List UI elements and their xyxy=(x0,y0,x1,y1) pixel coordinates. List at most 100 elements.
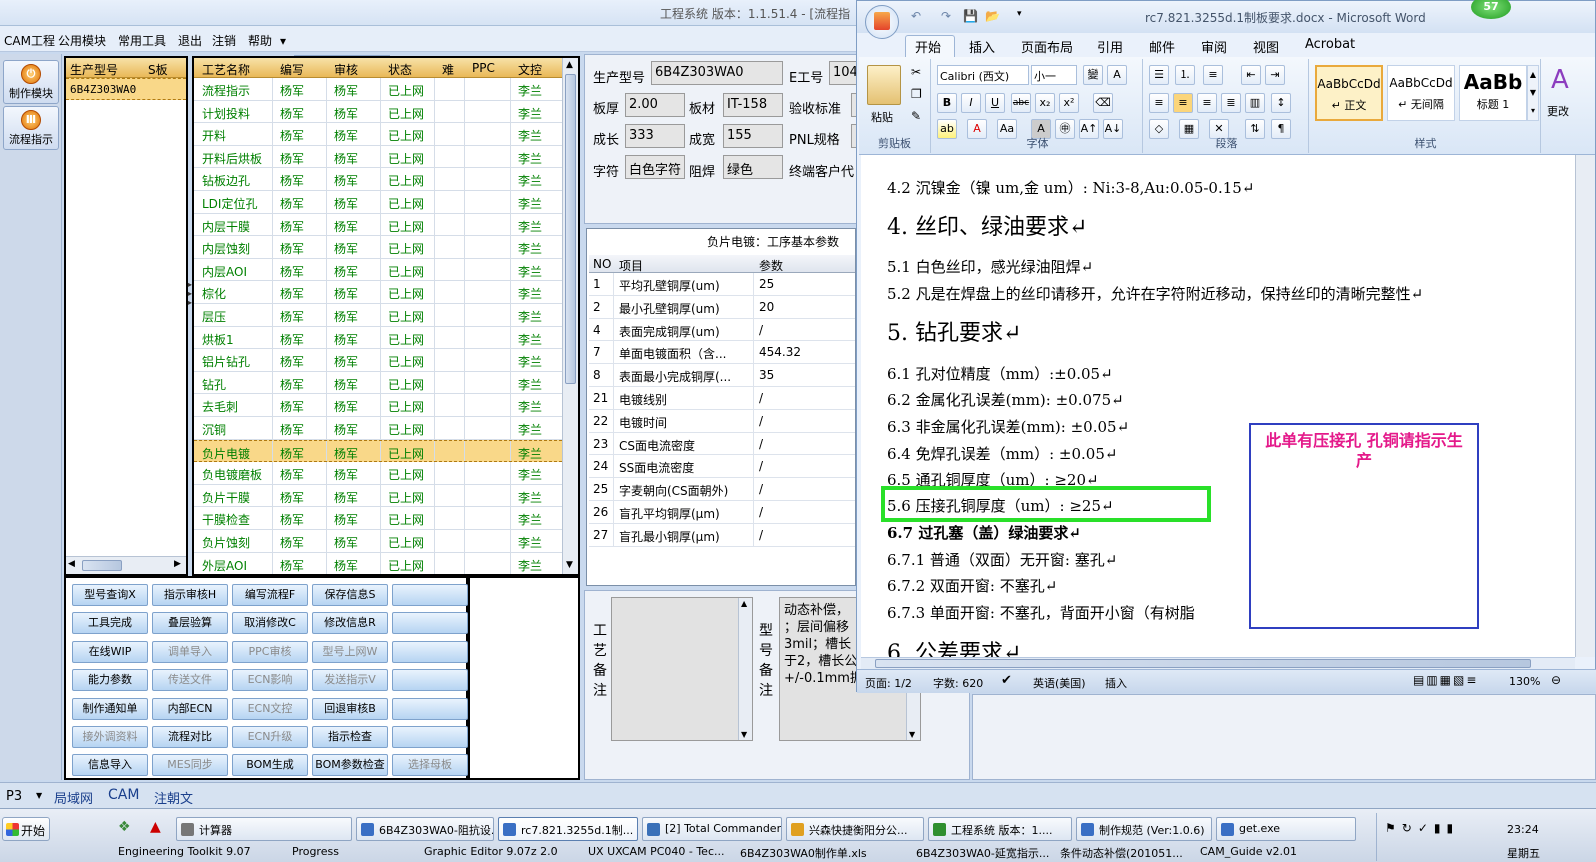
table-row[interactable]: 沉铜 杨军 杨军 已上网 李兰 xyxy=(194,417,562,440)
table-row[interactable]: 钻板边孔 杨军 杨军 已上网 李兰 xyxy=(194,168,562,191)
action-button[interactable]: ECN文控 xyxy=(232,697,308,720)
taskbar-item[interactable]: 条件动态补偿(201051... xyxy=(1060,845,1210,861)
table-row[interactable]: 干膜检查 杨军 杨军 已上网 李兰 xyxy=(194,507,562,530)
action-button[interactable]: ECN影响 xyxy=(232,669,308,692)
table-row[interactable]: 25 字麦朝向(CS面朝外) / xyxy=(589,478,855,501)
table-row[interactable]: 外层AOI 杨军 杨军 已上网 李兰 xyxy=(194,552,562,574)
table-row[interactable]: 负片蚀刻 杨军 杨军 已上网 李兰 xyxy=(194,530,562,553)
zoom-out-icon[interactable]: ⊖ xyxy=(1551,673,1561,687)
table-row[interactable]: 负片电镀 杨军 杨军 已上网 李兰 xyxy=(194,439,562,463)
tab-page-layout[interactable]: 页面布局 xyxy=(1021,37,1073,56)
taskbar-item[interactable]: Graphic Editor 9.07z 2.0 xyxy=(424,845,574,861)
tab-p3[interactable]: P3 xyxy=(6,789,22,804)
scroll-down-icon[interactable]: ▼ xyxy=(909,730,915,739)
action-button[interactable]: 指示审核H xyxy=(152,584,228,606)
table-row[interactable]: 1 平均孔壁铜厚(um) 25 xyxy=(589,273,855,296)
blank-button[interactable] xyxy=(392,697,468,720)
action-button[interactable]: 型号上网W xyxy=(312,640,388,663)
table-row[interactable]: 27 盲孔最小铜厚(μm) / xyxy=(589,523,855,547)
style-no-spacing[interactable]: AaBbCcDd ↵ 无间隔 xyxy=(1387,65,1455,121)
action-button[interactable]: 传送文件 xyxy=(152,669,228,692)
distribute-icon[interactable]: ▥ xyxy=(1245,93,1265,113)
tab-acrobat[interactable]: Acrobat xyxy=(1305,37,1355,52)
change-style-button[interactable]: A 更改 xyxy=(1543,63,1593,143)
table-row[interactable]: 层压 杨军 杨军 已上网 李兰 xyxy=(194,304,562,327)
menu-exit[interactable]: 退出 xyxy=(178,32,202,49)
line-spacing-icon[interactable]: ↕ xyxy=(1271,93,1291,113)
save-icon[interactable]: 💾 xyxy=(963,9,978,23)
craft-remark-textarea[interactable]: ▲ ▼ xyxy=(611,597,753,741)
notification-badge[interactable]: 57 xyxy=(1471,0,1511,19)
tab-review[interactable]: 审阅 xyxy=(1201,37,1227,56)
table-row[interactable]: 8 表面最小完成铜厚(... 35 xyxy=(589,364,855,387)
col-header-process[interactable]: 工艺名称 xyxy=(202,61,250,78)
table-row[interactable]: 内层AOI 杨军 杨军 已上网 李兰 xyxy=(194,258,562,282)
font-name-select[interactable]: Calibri (西文) xyxy=(937,65,1029,85)
char-field[interactable]: 白色字符 xyxy=(625,155,685,179)
scroll-right-icon[interactable]: ▶ xyxy=(174,559,181,569)
table-row[interactable]: 铝片钻孔 杨军 杨军 已上网 李兰 xyxy=(194,349,562,372)
scroll-thumb[interactable] xyxy=(875,659,1531,668)
blank-button[interactable] xyxy=(392,584,468,606)
table-row[interactable]: 钻孔 杨军 杨军 已上网 李兰 xyxy=(194,371,562,395)
col-header-item[interactable]: 项目 xyxy=(619,257,643,274)
undo-icon[interactable]: ↶ xyxy=(911,9,921,23)
bullets-icon[interactable]: ☰ xyxy=(1149,65,1169,85)
tab-insert[interactable]: 插入 xyxy=(969,37,995,56)
model-grid-hscroll[interactable]: ◀ ▶ xyxy=(66,556,186,574)
col-header-s-board[interactable]: S板 xyxy=(148,61,168,78)
action-button[interactable]: 指示检查 xyxy=(312,726,388,748)
tab-references[interactable]: 引用 xyxy=(1097,37,1123,56)
action-button[interactable]: BOM参数检查 xyxy=(312,754,388,777)
table-row[interactable]: 7 单面电镀面积（含... 454.32 xyxy=(589,341,855,365)
align-right-icon[interactable]: ≡ xyxy=(1197,93,1217,113)
paste-icon[interactable] xyxy=(867,65,901,105)
table-row[interactable]: 24 SS面电流密度 / xyxy=(589,455,855,479)
table-row[interactable]: 开料后烘板 杨军 杨军 已上网 李兰 xyxy=(194,145,562,169)
action-button[interactable]: 修改信息R xyxy=(312,612,388,635)
scroll-up-icon[interactable]: ▲ xyxy=(566,60,573,70)
sidebar-item-flow-instruction[interactable]: Ⅲ 流程指示 xyxy=(3,106,59,150)
table-row[interactable]: 23 CS面电流密度 / xyxy=(589,432,855,456)
table-row[interactable]: 2 最小孔壁铜厚(um) 20 xyxy=(589,295,855,319)
col-header-reviewer[interactable]: 审核 xyxy=(334,61,358,78)
blank-button[interactable] xyxy=(392,669,468,692)
align-center-icon[interactable]: ≡ xyxy=(1173,93,1193,113)
table-row[interactable]: 计划投料 杨军 杨军 已上网 李兰 xyxy=(194,100,562,124)
tab-home[interactable]: 开始 xyxy=(915,37,941,56)
blank-button[interactable] xyxy=(392,640,468,663)
paste-label[interactable]: 粘贴 xyxy=(871,109,893,125)
styles-scroll[interactable]: ▲ ▼ ▾ xyxy=(1527,65,1539,121)
font-size-select[interactable]: 小一 xyxy=(1031,65,1077,85)
document-vscroll[interactable] xyxy=(1575,155,1595,657)
blank-button[interactable] xyxy=(392,612,468,635)
zoom-level[interactable]: 130% xyxy=(1509,675,1540,688)
remark-vscroll[interactable]: ▲ ▼ xyxy=(738,598,752,740)
taskbar-item[interactable]: Progress xyxy=(292,845,442,861)
flow-grid-vscroll[interactable]: ▲ ▼ xyxy=(562,58,578,574)
action-button[interactable]: 发送指示V xyxy=(312,669,388,692)
e-number-field[interactable]: 104 xyxy=(829,61,859,85)
underline-icon[interactable]: U xyxy=(985,93,1005,113)
action-button[interactable]: 流程对比 xyxy=(152,726,228,748)
col-header-no[interactable]: NO xyxy=(593,257,611,271)
tab-cam[interactable]: CAM xyxy=(108,787,139,803)
justify-icon[interactable]: ≣ xyxy=(1221,93,1241,113)
qat-dropdown-icon[interactable]: ▾ xyxy=(1017,9,1022,19)
subscript-icon[interactable]: x₂ xyxy=(1035,93,1055,113)
action-button[interactable]: 能力参数 xyxy=(72,669,148,692)
table-row[interactable]: 流程指示 杨军 杨军 已上网 李兰 xyxy=(194,78,562,101)
table-row[interactable]: 烘板1 杨军 杨军 已上网 李兰 xyxy=(194,326,562,350)
action-button[interactable]: ECN升级 xyxy=(232,726,308,748)
action-button[interactable]: MES同步 xyxy=(152,754,228,777)
menu-help[interactable]: 帮助 xyxy=(248,32,272,49)
table-row[interactable]: 内层蚀刻 杨军 杨军 已上网 李兰 xyxy=(194,236,562,259)
grow-font-icon[interactable]: 變 xyxy=(1083,65,1103,85)
menu-cam[interactable]: CAM工程 xyxy=(4,32,55,49)
scroll-down-icon[interactable]: ▼ xyxy=(741,730,747,739)
solder-mask-field[interactable]: 绿色 xyxy=(723,155,783,179)
model-field[interactable]: 6B4Z303WA0 xyxy=(651,61,783,85)
table-row[interactable]: 内层干膜 杨军 杨军 已上网 李兰 xyxy=(194,213,562,237)
table-row[interactable]: 6B4Z303WA0 xyxy=(66,78,186,100)
scroll-down-icon[interactable]: ▼ xyxy=(566,560,573,570)
